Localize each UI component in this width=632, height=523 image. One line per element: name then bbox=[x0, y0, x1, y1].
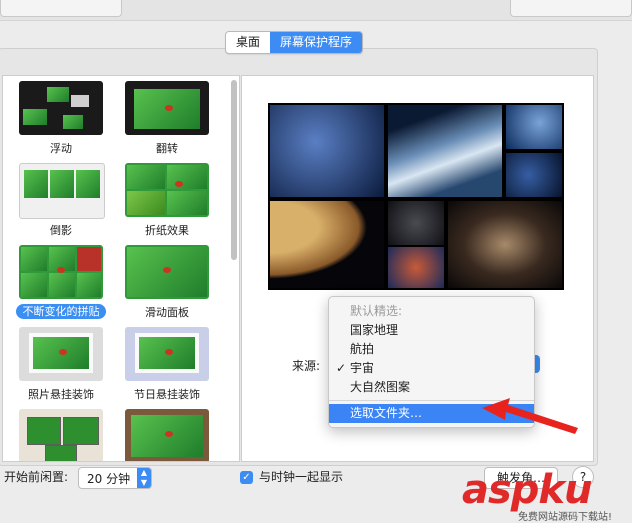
watermark-logo: aspku 免费网站源码下载站! bbox=[462, 467, 628, 523]
annotation-arrow bbox=[482, 398, 578, 434]
watermark-tagline: 免费网站源码下载站! bbox=[518, 512, 613, 523]
watermark-brand: aspku bbox=[462, 467, 593, 513]
